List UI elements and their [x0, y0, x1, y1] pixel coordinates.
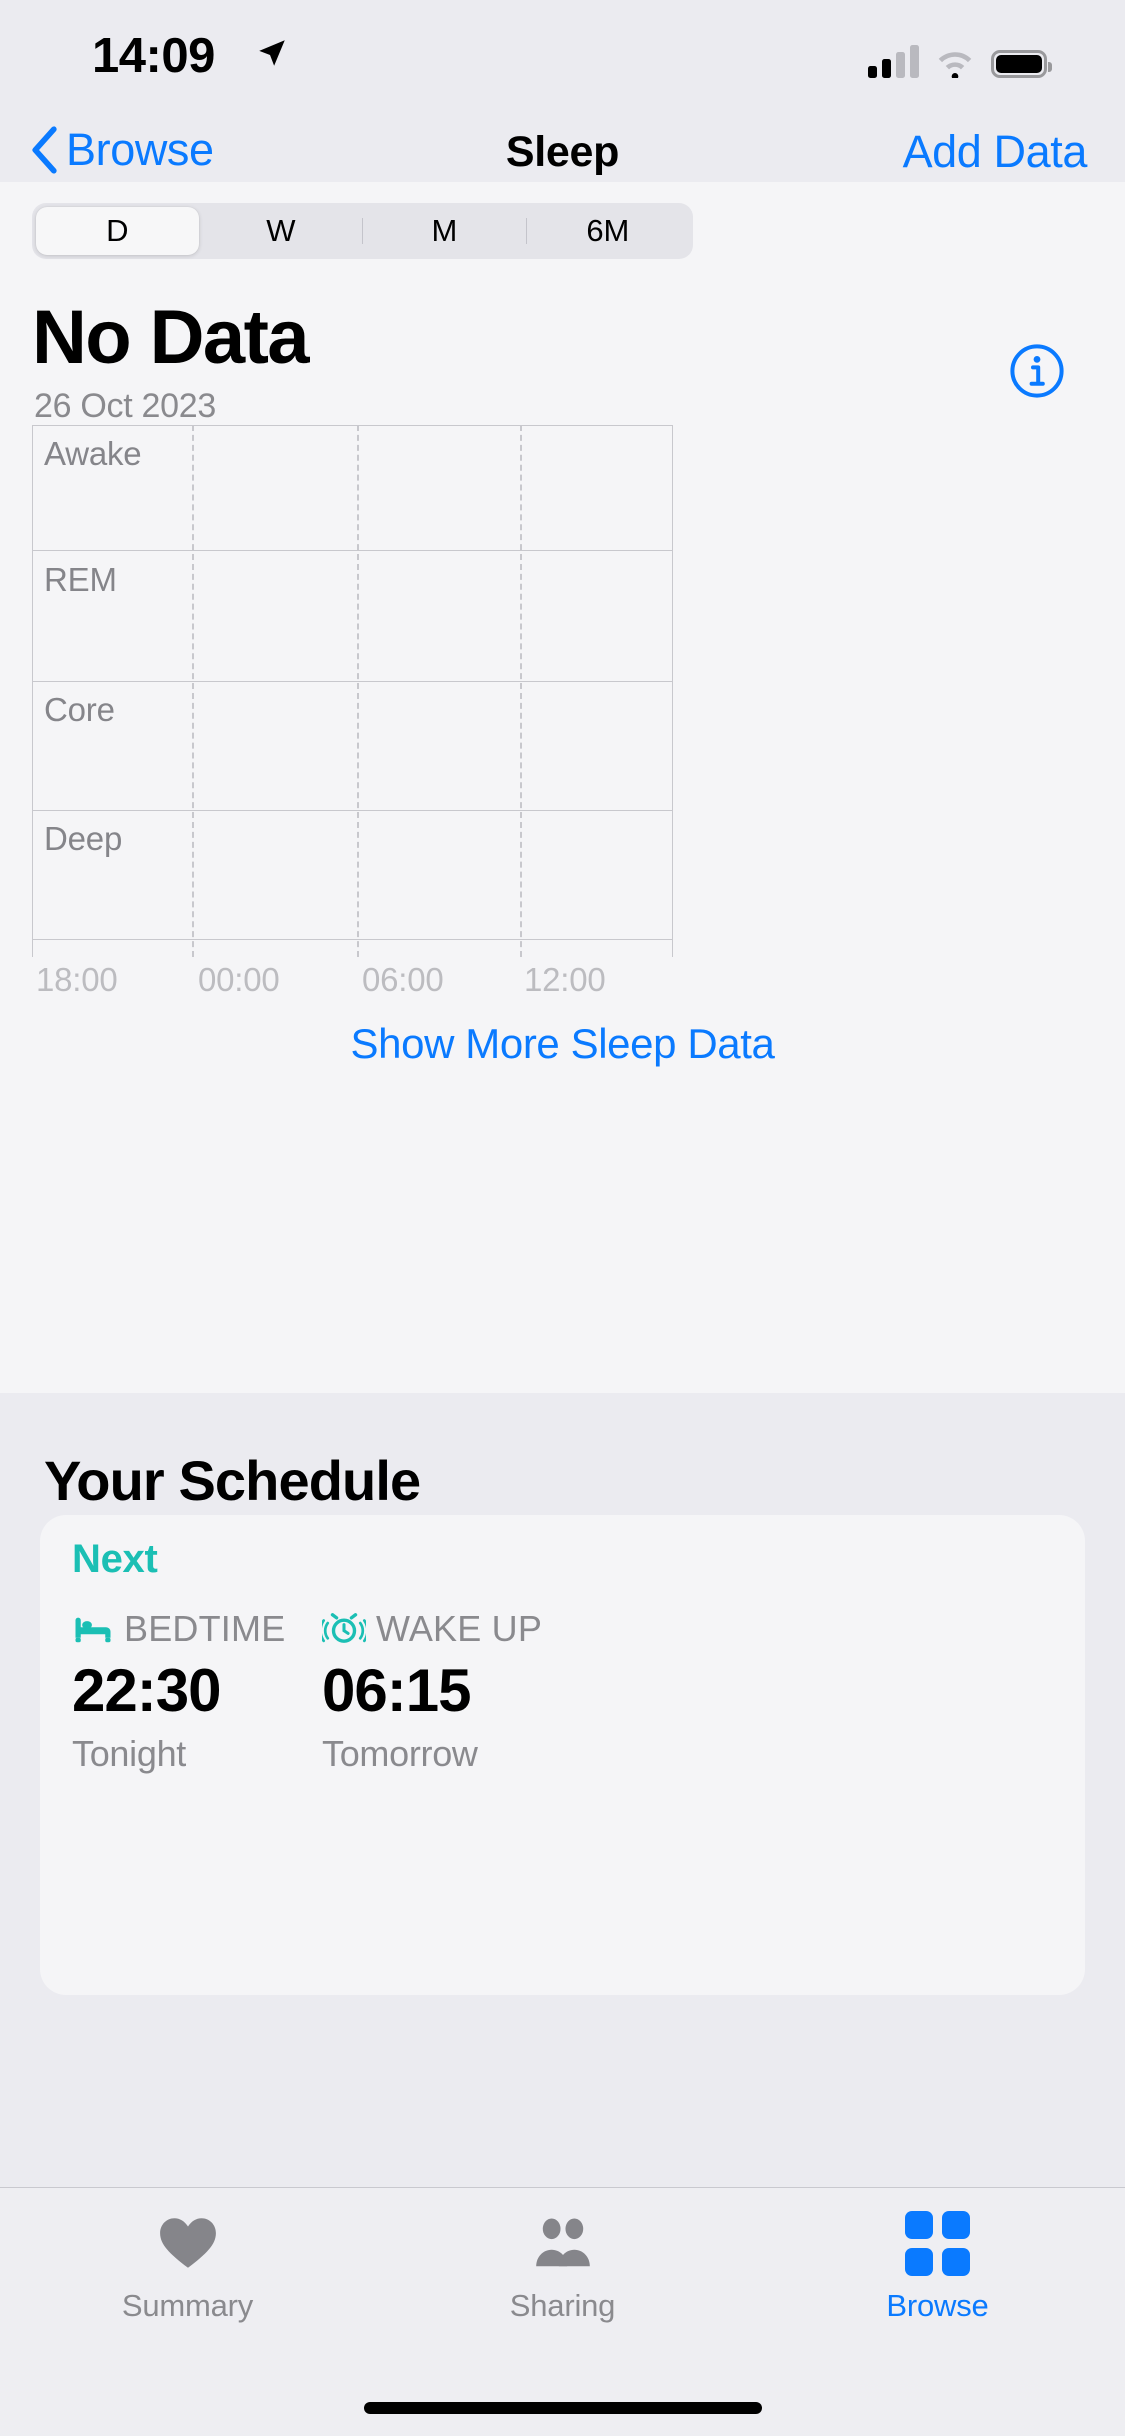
add-data-button[interactable]: Add Data	[903, 126, 1088, 178]
bedtime-header: BEDTIME	[72, 1608, 285, 1650]
status-bar-time: 14:09	[92, 29, 215, 83]
info-circle-icon[interactable]	[1009, 343, 1065, 399]
bedtime-value: 22:30	[72, 1657, 221, 1724]
grid-icon	[905, 2210, 970, 2276]
home-indicator[interactable]	[363, 2402, 762, 2414]
chart-x-tick-1800: 18:00	[36, 961, 118, 998]
schedule-card[interactable]: Next BEDTIME 22:30 Tonight WAKE UP 06:15…	[40, 1515, 1085, 1995]
battery-icon	[991, 50, 1052, 78]
show-more-sleep-data-link[interactable]: Show More Sleep Data	[0, 1020, 1125, 1068]
chart-x-tick-0000: 00:00	[198, 961, 280, 998]
summary-headline: No Data	[32, 295, 310, 380]
status-bar: 14:09	[0, 0, 1125, 132]
segment-month[interactable]: M	[363, 207, 526, 255]
segment-six-months[interactable]: 6M	[527, 207, 690, 255]
status-bar-indicators	[868, 38, 1052, 78]
chart-stage-label-core: Core	[44, 691, 115, 728]
chart-x-tick-0600: 06:00	[362, 961, 444, 998]
cellular-signal-icon	[868, 45, 919, 78]
tab-browse[interactable]: Browse	[750, 2188, 1125, 2338]
wakeup-value: 06:15	[322, 1657, 471, 1724]
bedtime-when: Tonight	[72, 1733, 186, 1774]
alarm-clock-icon	[322, 1613, 366, 1643]
wifi-icon	[938, 52, 972, 78]
chart-x-tick-1200: 12:00	[524, 961, 606, 998]
location-arrow-icon	[255, 36, 289, 75]
sleep-stage-chart[interactable]: Awake REM Core Deep 18:00 00:00 06:00 12…	[32, 425, 673, 998]
chart-stage-label-deep: Deep	[44, 820, 123, 857]
schedule-next-badge: Next	[72, 1537, 158, 1581]
tab-summary[interactable]: Summary	[0, 2188, 375, 2338]
bedtime-label: BEDTIME	[124, 1608, 286, 1649]
wakeup-header: WAKE UP	[322, 1608, 542, 1650]
summary-date: 26 Oct 2023	[34, 387, 216, 425]
schedule-section-title: Your Schedule	[44, 1449, 421, 1512]
segment-week[interactable]: W	[200, 207, 363, 255]
bed-icon	[75, 1617, 111, 1643]
people-icon	[530, 2212, 596, 2274]
tab-summary-label: Summary	[121, 2288, 254, 2323]
segment-day[interactable]: D	[36, 207, 199, 255]
wakeup-when: Tomorrow	[322, 1733, 478, 1774]
tab-sharing[interactable]: Sharing	[375, 2188, 750, 2338]
navigation-bar: Browse Sleep Add Data	[0, 124, 1125, 182]
wakeup-label: WAKE UP	[376, 1608, 543, 1649]
heart-icon	[157, 2212, 219, 2274]
chart-stage-label-awake: Awake	[44, 435, 142, 472]
tab-browse-label: Browse	[886, 2288, 989, 2323]
chart-stage-label-rem: REM	[44, 561, 117, 598]
main-content: D W M 6M No Data 26 Oct 2023 Awake REM C…	[0, 182, 1125, 1393]
chart-gridlines	[32, 425, 673, 957]
tab-bar: Summary Sharing Browse	[0, 2187, 1125, 2436]
time-range-segmented-control[interactable]: D W M 6M	[32, 203, 693, 259]
schedule-section: Your Schedule Next BEDTIME 22:30 Tonight	[0, 1393, 1125, 1997]
tab-sharing-label: Sharing	[509, 2288, 616, 2323]
wakeup-column: WAKE UP 06:15 Tomorrow	[322, 1608, 542, 1775]
bedtime-column: BEDTIME 22:30 Tonight	[72, 1608, 285, 1775]
